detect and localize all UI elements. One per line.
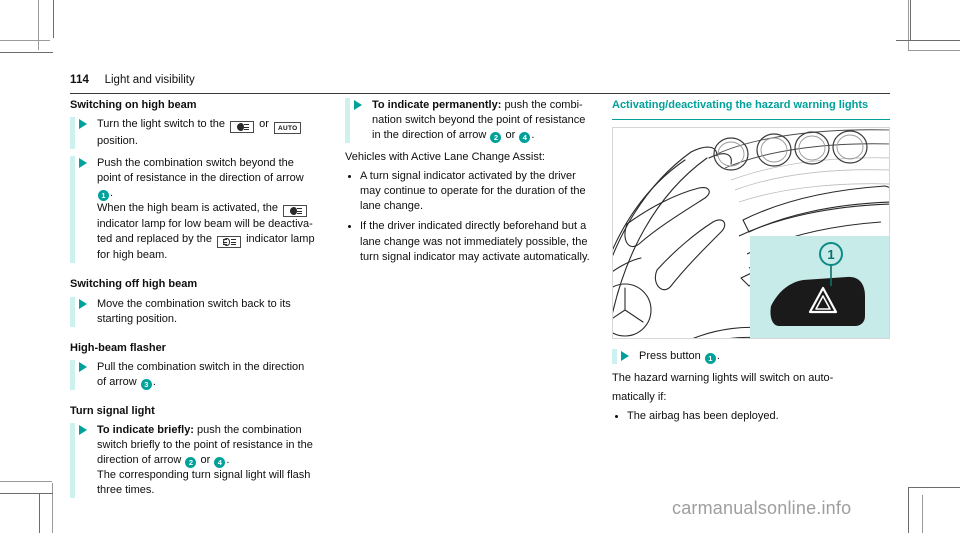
- callout-badge-1: 1: [98, 190, 109, 202]
- callout-badge-1: 1: [704, 352, 716, 364]
- step-text-or: or: [259, 118, 269, 131]
- column-two: To indicate permanently: push the combi-…: [345, 98, 595, 271]
- active-lane-change-intro: Vehicles with Active Lane Change Assist:: [345, 151, 545, 164]
- step-line-1: Move the combination switch back to its: [97, 297, 291, 310]
- callout-badge-2: 2: [490, 132, 502, 144]
- heading-hazard-warning-lights: Activating/deactivating the hazard warni…: [612, 98, 890, 120]
- step-line-2-pre: of arrow: [97, 375, 137, 388]
- step-move-switch-back: Move the combination switch back to its …: [70, 296, 330, 327]
- dashboard-hazard-button-illustration: 1: [612, 126, 890, 339]
- period: .: [110, 187, 114, 200]
- step-rest-1: push the combi-: [504, 99, 583, 111]
- heading-high-beam-flasher: High-beam flasher: [70, 341, 166, 354]
- period: .: [226, 454, 230, 467]
- step-line-1: Pull the combination switch in the direc…: [97, 360, 305, 373]
- step-triangle-icon: [79, 119, 87, 130]
- step-indicate-briefly: To indicate briefly: push the combinatio…: [70, 422, 330, 499]
- step-pull-combination-switch: Pull the combination switch in the direc…: [70, 359, 330, 390]
- step-or: or: [505, 129, 516, 142]
- step-line-4-pre: ted and replaced by the: [97, 233, 212, 246]
- watermark: carmanualsonline.info: [672, 498, 852, 518]
- page-number: 114: [70, 74, 90, 86]
- step-line-3-pre: When the high beam is activated, the: [97, 202, 278, 215]
- step-triangle-icon: [621, 350, 629, 361]
- heading-switching-on-high-beam: Switching on high beam: [70, 99, 197, 111]
- step-push-combination-switch: Push the combination switch beyond the p…: [70, 156, 330, 264]
- step-or: or: [200, 454, 211, 467]
- list-item: If the driver indicated directly beforeh…: [345, 219, 595, 264]
- chapter-title: Light and visibility: [104, 74, 195, 86]
- step-triangle-icon: [79, 298, 87, 309]
- step-bold-lead: To indicate briefly:: [97, 423, 194, 436]
- illustration-svg: 1: [613, 127, 889, 338]
- callout-badge-2: 2: [185, 457, 197, 469]
- document-page: 114 Light and visibility Switching on hi…: [0, 0, 960, 533]
- illustration-callout-badge-1: 1: [827, 247, 834, 262]
- hazard-auto-note-line-1: The hazard warning lights will switch on…: [612, 371, 834, 384]
- step-line-5: three times.: [97, 484, 155, 497]
- callout-badge-4: 4: [214, 457, 226, 469]
- period: .: [152, 375, 156, 388]
- step-line-3-post: indicator lamp for low beam will be deac…: [97, 218, 313, 231]
- period: .: [716, 349, 720, 362]
- step-text: Turn the light switch to the: [97, 118, 225, 131]
- callout-badge-4: 4: [519, 132, 531, 144]
- callout-badge-3: 3: [140, 378, 152, 390]
- step-press-hazard-button: Press button 1.: [612, 348, 890, 364]
- list-item: A turn signal indicator activated by the…: [345, 169, 595, 214]
- step-line-1: Push the combination switch beyond the: [97, 157, 294, 170]
- step-line-3-pre: direction of arrow: [97, 454, 182, 467]
- step-line-2: switch briefly to the point of resistanc…: [97, 439, 313, 451]
- step-line-2: point of resistance in the direction of …: [97, 172, 304, 185]
- step-bold-lead: To indicate permanently:: [372, 99, 502, 111]
- running-header: 114 Light and visibility: [70, 70, 890, 94]
- auto-light-icon: AUTO: [273, 122, 302, 135]
- step-text-post: position.: [97, 135, 138, 148]
- step-line-4-post: indicator lamp: [246, 233, 315, 246]
- heading-switching-off-high-beam: Switching off high beam: [70, 278, 198, 291]
- step-text: Press button: [639, 349, 701, 362]
- hazard-auto-note-line-2: matically if:: [612, 390, 667, 403]
- heading-turn-signal-light: Turn signal light: [70, 404, 155, 417]
- low-beam-indicator-icon: [283, 205, 308, 218]
- hazard-auto-bullet-list: The airbag has been deployed.: [612, 409, 890, 424]
- column-three: Activating/deactivating the hazard warni…: [612, 98, 890, 430]
- period: .: [531, 129, 535, 142]
- step-line-2: nation switch beyond the point of resist…: [372, 114, 586, 127]
- step-line-5: for high beam.: [97, 249, 168, 262]
- step-line-4: The corresponding turn signal light will…: [97, 469, 311, 482]
- step-triangle-icon: [79, 361, 87, 372]
- step-triangle-icon: [79, 424, 87, 435]
- active-lane-change-bullet-list: A turn signal indicator activated by the…: [345, 169, 595, 264]
- step-line-2: starting position.: [97, 312, 178, 325]
- list-item: The airbag has been deployed.: [612, 409, 890, 424]
- step-indicate-permanently: To indicate permanently: push the combi-…: [345, 98, 595, 144]
- high-beam-indicator-icon: [217, 236, 242, 249]
- step-turn-light-switch: Turn the light switch to the or AUTO pos…: [70, 117, 330, 150]
- column-one: Switching on high beam Turn the light sw…: [70, 98, 330, 505]
- low-beam-icon: [230, 121, 255, 134]
- step-triangle-icon: [354, 100, 362, 110]
- step-line-3-pre: in the direction of arrow: [372, 129, 487, 142]
- step-rest-1: push the combination: [197, 423, 302, 436]
- step-triangle-icon: [79, 158, 87, 169]
